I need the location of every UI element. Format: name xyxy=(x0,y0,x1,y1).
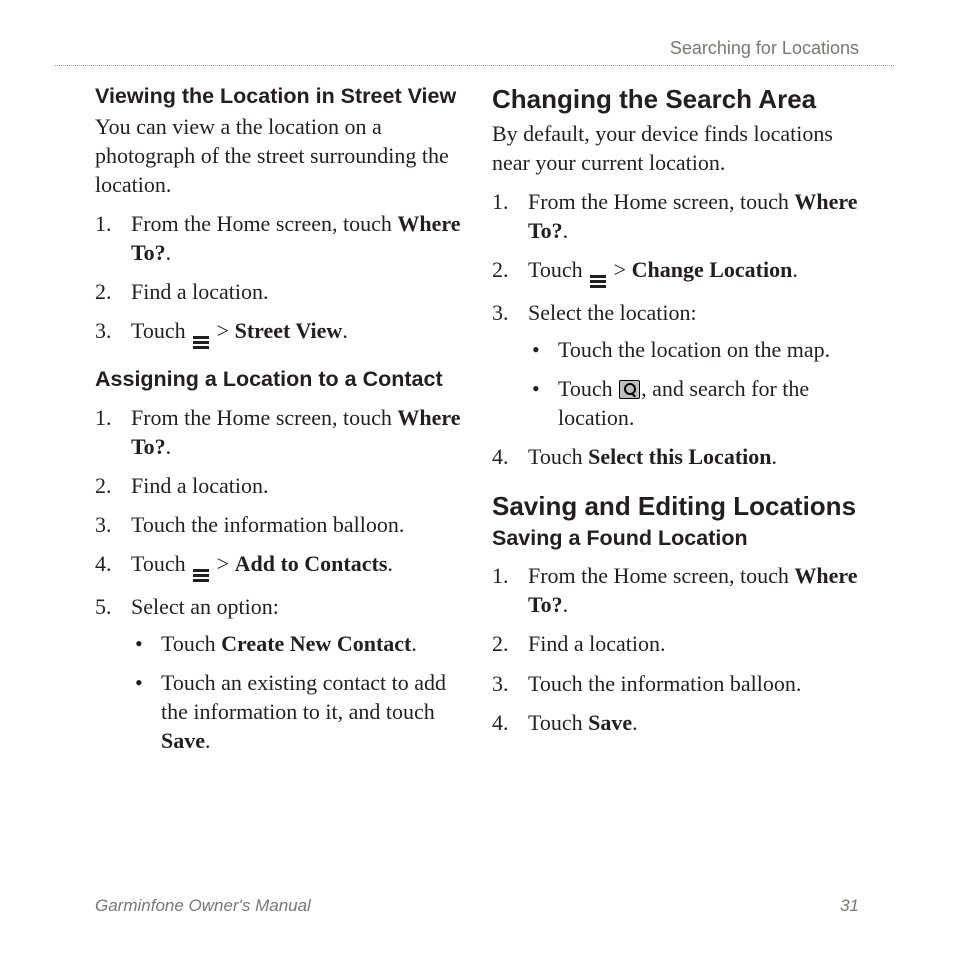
list-item: Touch the location on the map. xyxy=(528,335,859,364)
heading-change-search-area: Changing the Search Area xyxy=(492,84,859,115)
paragraph: You can view a the location on a photogr… xyxy=(95,112,462,199)
bullet-list: Touch Create New Contact. Touch an exist… xyxy=(131,629,462,755)
list-item: Find a location. xyxy=(95,277,462,306)
list-item: From the Home screen, touch Where To?. xyxy=(492,187,859,245)
menu-icon xyxy=(590,275,606,288)
list-item: From the Home screen, touch Where To?. xyxy=(95,403,462,461)
list-item: Select an option: Touch Create New Conta… xyxy=(95,592,462,755)
list-item: Touch Save. xyxy=(492,708,859,737)
list-item: Touch Select this Location. xyxy=(492,442,859,471)
content-columns: Viewing the Location in Street View You … xyxy=(55,84,899,773)
list-item: Touch the information balloon. xyxy=(95,510,462,539)
list-item: Select the location: Touch the location … xyxy=(492,298,859,432)
list-item: Touch , and search for the location. xyxy=(528,374,859,432)
heading-assign-contact: Assigning a Location to a Contact xyxy=(95,367,462,393)
menu-icon xyxy=(193,336,209,349)
list-item: From the Home screen, touch Where To?. xyxy=(95,209,462,267)
right-column: Changing the Search Area By default, you… xyxy=(492,84,899,773)
heading-saving-found: Saving a Found Location xyxy=(492,526,859,552)
ordered-list: From the Home screen, touch Where To?. F… xyxy=(492,561,859,736)
heading-street-view: Viewing the Location in Street View xyxy=(95,84,462,110)
list-item: Touch Create New Contact. xyxy=(131,629,462,658)
list-item: Touch the information balloon. xyxy=(492,669,859,698)
list-item: Touch > Add to Contacts. xyxy=(95,549,462,582)
header-divider xyxy=(55,65,894,66)
list-item: Touch > Change Location. xyxy=(492,255,859,288)
list-item: Find a location. xyxy=(95,471,462,500)
ordered-list: From the Home screen, touch Where To?. F… xyxy=(95,209,462,349)
menu-icon xyxy=(193,569,209,582)
list-item: Touch an existing contact to add the inf… xyxy=(131,668,462,755)
page-footer: Garminfone Owner's Manual 31 xyxy=(95,896,859,916)
footer-manual-name: Garminfone Owner's Manual xyxy=(95,896,311,916)
list-item: Find a location. xyxy=(492,629,859,658)
search-icon xyxy=(619,380,640,399)
list-item: Touch > Street View. xyxy=(95,316,462,349)
footer-page-number: 31 xyxy=(840,896,859,916)
list-item: From the Home screen, touch Where To?. xyxy=(492,561,859,619)
header-section-label: Searching for Locations xyxy=(55,38,859,65)
bullet-list: Touch the location on the map. Touch , a… xyxy=(528,335,859,432)
heading-saving-editing: Saving and Editing Locations xyxy=(492,491,859,522)
left-column: Viewing the Location in Street View You … xyxy=(55,84,462,773)
paragraph: By default, your device finds locations … xyxy=(492,119,859,177)
ordered-list: From the Home screen, touch Where To?. F… xyxy=(95,403,462,755)
ordered-list: From the Home screen, touch Where To?. T… xyxy=(492,187,859,471)
